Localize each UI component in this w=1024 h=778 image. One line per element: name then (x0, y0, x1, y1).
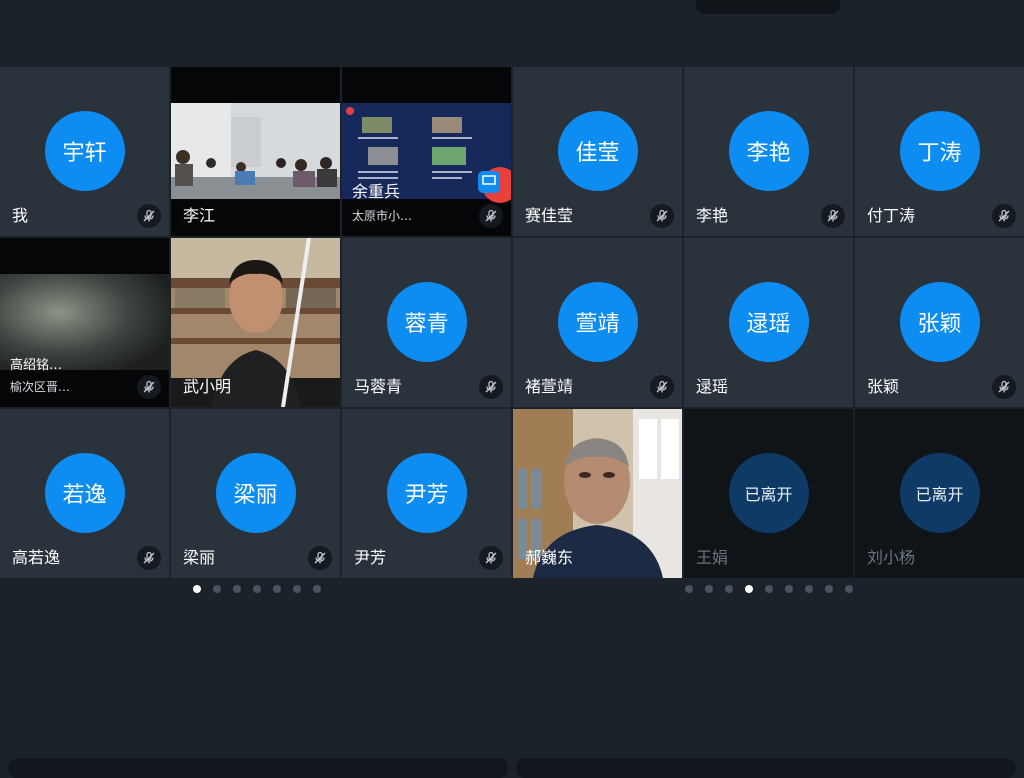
participant-tile[interactable]: 余重兵太原市小… (342, 67, 511, 236)
participant-grid-right: 佳莹 赛佳莹 李艳 李艳 丁涛 付丁涛 萱靖 褚萱靖 逯瑶 逯瑶 张颖 张颖 郝巍东 已离开 王娟 已离开 刘小… (513, 67, 1024, 578)
mic-muted-icon (308, 546, 332, 570)
page-dot[interactable] (233, 585, 241, 593)
page-dot[interactable] (253, 585, 261, 593)
participant-tile[interactable]: 高绍铭… 榆次区晋… (0, 238, 169, 407)
participant-avatar: 蓉青 (386, 282, 467, 362)
top-notch (696, 0, 840, 14)
participant-tile[interactable]: 尹芳 尹芳 (342, 409, 511, 578)
participant-avatar: 宇轩 (44, 111, 125, 191)
participant-name: 李江 (183, 206, 216, 225)
participant-tile[interactable]: 郝巍东 (513, 409, 682, 578)
participant-tile[interactable]: 萱靖褚萱靖 (513, 238, 682, 407)
participant-avatar: 萱靖 (557, 282, 638, 362)
participant-avatar: 尹芳 (386, 453, 467, 533)
participant-name: 赛佳莹 (525, 206, 574, 225)
page-dot[interactable] (785, 585, 793, 593)
participant-location: 太原市小… (352, 209, 413, 223)
participant-tile[interactable]: 宇轩我 (0, 67, 169, 236)
page-dot[interactable] (213, 585, 221, 593)
participant-tile[interactable]: 李艳 李艳 (684, 67, 853, 236)
participant-tile[interactable]: 张颖 张颖 (855, 238, 1024, 407)
mic-muted-icon (821, 204, 845, 228)
participant-name: 王娟 (696, 548, 729, 567)
participant-name: 郝巍东 (525, 548, 574, 567)
page-dot[interactable] (745, 585, 753, 593)
page-dot[interactable] (705, 585, 713, 593)
page-dot[interactable] (805, 585, 813, 593)
participant-grid-left: 宇轩我李江 余重兵 太原市小… 高绍铭… 榆次区晋… 武小明 蓉青 马蓉青 若逸 高若逸 梁丽 梁丽尹… (0, 67, 511, 578)
participant-name: 高若逸 (12, 548, 61, 567)
participant-avatar: 已离开 (899, 453, 980, 533)
page-indicator-right[interactable] (685, 585, 853, 593)
mic-muted-icon (992, 204, 1016, 228)
participant-avatar: 佳莹 (557, 111, 638, 191)
page-dot[interactable] (725, 585, 733, 593)
mic-muted-icon (479, 375, 503, 399)
mic-muted-icon (137, 546, 161, 570)
participant-name: 余重兵 (352, 182, 401, 201)
participant-avatar: 梁丽 (215, 453, 296, 533)
bottom-bar-left (8, 758, 508, 778)
participant-name: 高绍铭… (10, 358, 63, 373)
participant-tile[interactable]: 已离开王娟 (684, 409, 853, 578)
participant-name: 武小明 (183, 377, 232, 396)
participant-name: 李艳 (696, 206, 729, 225)
mic-muted-icon (137, 375, 161, 399)
page-dot[interactable] (193, 585, 201, 593)
participant-tile[interactable]: 武小明 (171, 238, 340, 407)
bottom-bar-right (516, 758, 1016, 778)
participant-name: 付丁涛 (867, 206, 916, 225)
page-dot[interactable] (273, 585, 281, 593)
mic-muted-icon (479, 204, 503, 228)
participant-tile[interactable]: 若逸高若逸 (0, 409, 169, 578)
participant-tile[interactable]: 蓉青马蓉青 (342, 238, 511, 407)
participant-avatar: 若逸 (44, 453, 125, 533)
participant-avatar: 已离开 (728, 453, 809, 533)
participant-avatar: 张颖 (899, 282, 980, 362)
mic-muted-icon (992, 375, 1016, 399)
page-dot[interactable] (685, 585, 693, 593)
page-dot[interactable] (765, 585, 773, 593)
participant-name: 我 (12, 206, 29, 225)
page-dot[interactable] (825, 585, 833, 593)
participant-name: 刘小杨 (867, 548, 916, 567)
page-indicator-left[interactable] (193, 585, 321, 593)
participant-location: 榆次区晋… (10, 380, 71, 394)
participant-tile[interactable]: 李江 (171, 67, 340, 236)
mic-muted-icon (137, 204, 161, 228)
participant-avatar: 丁涛 (899, 111, 980, 191)
participant-name: 逯瑶 (696, 377, 729, 396)
page-dot[interactable] (845, 585, 853, 593)
page-dot[interactable] (293, 585, 301, 593)
mic-muted-icon (479, 546, 503, 570)
participant-name: 张颖 (867, 377, 900, 396)
participant-avatar: 李艳 (728, 111, 809, 191)
participant-tile[interactable]: 已离开刘小杨 (855, 409, 1024, 578)
participant-name: 尹芳 (354, 548, 387, 567)
participant-tile[interactable]: 佳莹赛佳莹 (513, 67, 682, 236)
participant-tile[interactable]: 梁丽 梁丽 (171, 409, 340, 578)
participant-tile[interactable]: 丁涛付丁涛 (855, 67, 1024, 236)
mic-muted-icon (650, 204, 674, 228)
participant-tile[interactable]: 逯瑶 逯瑶 (684, 238, 853, 407)
page-dot[interactable] (313, 585, 321, 593)
participant-name: 褚萱靖 (525, 377, 574, 396)
participant-name: 梁丽 (183, 548, 216, 567)
mic-muted-icon (650, 375, 674, 399)
participant-avatar: 逯瑶 (728, 282, 809, 362)
participant-name: 马蓉青 (354, 377, 403, 396)
